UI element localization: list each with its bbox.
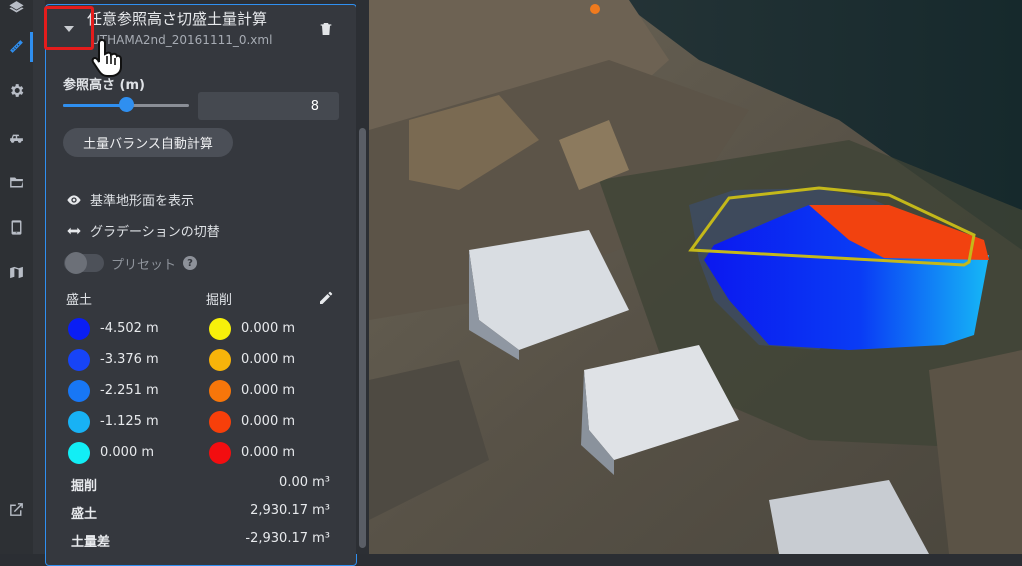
cut-value: 0.000 m xyxy=(241,414,296,429)
summary-fill-label: 盛土 xyxy=(71,507,98,522)
summary-cut-value: 0.00 m³ xyxy=(279,475,330,490)
vehicle-icon[interactable] xyxy=(5,126,27,148)
fill-value: -3.376 m xyxy=(100,352,159,367)
preset-label: プリセット xyxy=(111,258,177,273)
cut-value: 0.000 m xyxy=(241,352,296,367)
ref-height-input[interactable] xyxy=(198,92,339,120)
toggle-gradation-label[interactable]: グラデーションの切替 xyxy=(90,221,220,240)
panel-title: 任意参照高さ切盛土量計算 xyxy=(87,10,268,28)
pointer-hand-icon xyxy=(90,36,128,78)
preset-toggle-knob[interactable] xyxy=(65,252,87,274)
map-icon[interactable] xyxy=(5,261,27,283)
cut-value: 0.000 m xyxy=(241,321,296,336)
measure-icon[interactable] xyxy=(5,35,27,57)
fill-value: 0.000 m xyxy=(100,445,155,460)
cut-color-swatch[interactable] xyxy=(209,318,231,340)
rail-gap xyxy=(33,0,45,554)
layers-icon[interactable] xyxy=(5,0,27,18)
fill-header: 盛土 xyxy=(66,293,93,308)
cut-color-swatch[interactable] xyxy=(209,349,231,371)
edit-pencil-icon[interactable] xyxy=(318,290,334,306)
cut-color-swatch[interactable] xyxy=(209,411,231,433)
slider-fill xyxy=(63,104,126,107)
auto-balance-button[interactable]: 土量バランス自動計算 xyxy=(63,128,233,157)
mobile-icon[interactable] xyxy=(5,216,27,238)
terrain-scene xyxy=(369,0,1022,554)
fill-color-swatch[interactable] xyxy=(68,411,90,433)
trash-icon[interactable] xyxy=(318,20,334,38)
fill-value: -4.502 m xyxy=(100,321,159,336)
cut-value: 0.000 m xyxy=(241,383,296,398)
summary-fill-value: 2,930.17 m³ xyxy=(250,503,330,518)
cut-header: 掘削 xyxy=(206,293,233,308)
summary-diff-value: -2,930.17 m³ xyxy=(245,531,330,546)
highlight-box xyxy=(44,6,94,50)
folder-icon[interactable] xyxy=(5,171,27,193)
summary-cut-label: 掘削 xyxy=(71,479,98,494)
show-base-surface-label[interactable]: 基準地形面を表示 xyxy=(90,190,194,209)
cut-color-swatch[interactable] xyxy=(209,380,231,402)
cut-value: 0.000 m xyxy=(241,445,296,460)
external-link-icon[interactable] xyxy=(5,498,27,520)
settings-icon[interactable] xyxy=(5,79,27,101)
map-viewport[interactable] xyxy=(369,0,1022,554)
slider-thumb[interactable] xyxy=(119,97,134,112)
fill-value: -1.125 m xyxy=(100,414,159,429)
swap-arrows-icon[interactable] xyxy=(66,223,82,239)
help-icon[interactable]: ? xyxy=(183,256,197,270)
summary-diff-label: 土量差 xyxy=(71,535,111,550)
side-rail xyxy=(0,0,33,554)
fill-color-swatch[interactable] xyxy=(68,380,90,402)
scrollbar-thumb[interactable] xyxy=(359,128,366,548)
fill-color-swatch[interactable] xyxy=(68,442,90,464)
fill-value: -2.251 m xyxy=(100,383,159,398)
eye-icon[interactable] xyxy=(66,192,82,208)
cut-color-swatch[interactable] xyxy=(209,442,231,464)
fill-color-swatch[interactable] xyxy=(68,349,90,371)
fill-color-swatch[interactable] xyxy=(68,318,90,340)
